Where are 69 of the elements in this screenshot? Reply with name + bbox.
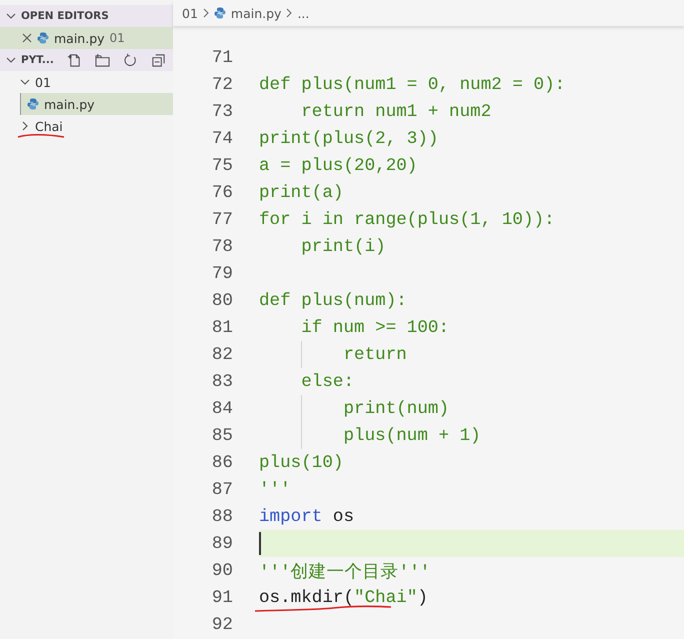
code-line: for i in range(plus(1, 10)):	[259, 210, 555, 230]
code-line: return	[342, 344, 407, 364]
line-number: 91	[210, 588, 233, 608]
code-line: return num1 + num2	[300, 102, 492, 122]
line-number: 79	[210, 264, 233, 284]
line-number: 76	[210, 182, 233, 202]
section-header[interactable]: OPEN EDITORS	[0, 5, 173, 27]
line-number: 74	[210, 128, 233, 148]
line-number: 89	[210, 534, 233, 554]
line-number: 90	[210, 560, 233, 580]
text-cursor	[259, 532, 261, 555]
file-name: main.py	[54, 30, 105, 46]
python-icon	[37, 32, 49, 44]
chevron-icon	[202, 8, 209, 18]
line-number: 85	[210, 426, 233, 446]
chevron-icon	[20, 77, 30, 87]
line-number: 81	[210, 318, 233, 338]
line-number: 78	[210, 236, 233, 256]
chevron-icon	[286, 8, 292, 18]
code-line: print(num)	[342, 398, 450, 418]
folder-name: 01	[35, 74, 51, 90]
code-line: plus(10)	[259, 452, 344, 472]
collapse-all-icon[interactable]	[150, 52, 166, 68]
new-file-icon[interactable]	[66, 52, 82, 68]
section-title: OPEN EDITORS	[21, 10, 109, 22]
refresh-icon[interactable]	[122, 52, 138, 68]
code-line: print(plus(2, 3))	[259, 128, 438, 148]
python-icon	[27, 98, 39, 110]
tree-item[interactable]: 01	[0, 71, 173, 93]
code-line: os.mkdir("Chai")	[259, 588, 428, 608]
line-number: 82	[210, 344, 233, 364]
folder-label: 01	[110, 31, 125, 45]
code-line: '''	[259, 480, 291, 500]
code-line: print(a)	[259, 182, 344, 202]
file-name: main.py	[44, 96, 95, 112]
new-folder-icon[interactable]	[94, 52, 110, 68]
line-number: 73	[210, 102, 233, 122]
code-line: else:	[300, 372, 354, 392]
line-number: 87	[210, 480, 233, 500]
section-title: PYT...	[21, 54, 54, 66]
breadcrumb-item[interactable]: 01	[182, 6, 198, 20]
code-line: import os	[259, 506, 354, 526]
code-line: print(i)	[300, 236, 386, 256]
line-number: 83	[210, 372, 233, 392]
line-number: 80	[210, 290, 233, 310]
line-number: 71	[210, 48, 233, 68]
line-number: 84	[210, 398, 233, 418]
close-icon[interactable]	[22, 33, 32, 43]
code-line: '''创建一个目录'''	[259, 562, 430, 582]
code-line: plus(num + 1)	[342, 426, 481, 446]
code-line: def plus(num):	[259, 290, 407, 310]
line-number: 92	[210, 614, 233, 634]
line-number: 88	[210, 506, 233, 526]
open-editor-item[interactable]: main.py 01	[0, 27, 173, 49]
line-number: 86	[210, 452, 233, 472]
python-icon	[214, 7, 226, 19]
line-number: 72	[210, 74, 233, 94]
code-line: def plus(num1 = 0, num2 = 0):	[259, 74, 566, 94]
section-header[interactable]: PYT...	[0, 49, 173, 71]
code-line: if num >= 100:	[300, 318, 450, 338]
chevron-icon	[20, 121, 30, 131]
tree-item[interactable]: main.py	[20, 93, 173, 115]
tree-item[interactable]: Chai	[0, 115, 173, 137]
folder-name: Chai	[35, 118, 63, 134]
code-line: a = plus(20,20)	[259, 156, 418, 176]
breadcrumb-item[interactable]: ...	[297, 6, 310, 20]
line-number: 77	[210, 210, 233, 230]
line-number: 75	[210, 156, 233, 176]
breadcrumb-item[interactable]: main.py	[230, 6, 282, 20]
